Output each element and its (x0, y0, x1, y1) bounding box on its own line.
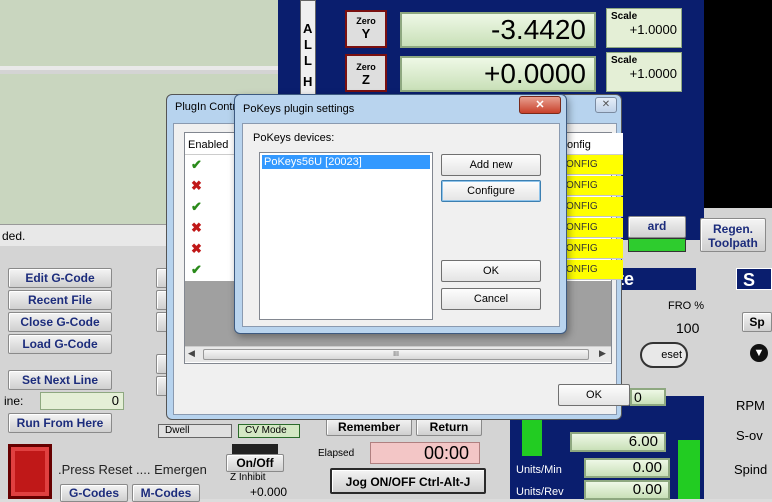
configure-button[interactable]: Configure (441, 180, 541, 202)
pokeys-settings-dialog: PoKeys plugin settings ✕ PoKeys devices:… (234, 94, 567, 334)
onoff-button[interactable]: On/Off (226, 454, 284, 472)
scroll-thumb[interactable]: III (203, 349, 589, 360)
ard-button[interactable]: ard (628, 216, 686, 238)
scale-z: Scale +1.0000 (606, 52, 682, 92)
zero-z-button[interactable]: Zero Z (345, 54, 387, 92)
device-item-0[interactable]: PoKeys56U [20023] (262, 155, 430, 169)
letter-a: A (303, 21, 313, 36)
plugin-control-title: PlugIn Contr (175, 101, 237, 113)
row-2-enabled-icon[interactable]: ✔ (191, 200, 205, 214)
pokeys-ok-button[interactable]: OK (441, 260, 541, 282)
z-inhibit-label: Z Inhibit (230, 472, 266, 483)
row-4-config[interactable]: ONFIG (563, 239, 623, 259)
reset-fro-button[interactable]: eset (640, 342, 688, 368)
units-rev-value: 0.00 (584, 480, 670, 500)
dro-y[interactable]: -3.4420 (400, 12, 596, 48)
pokeys-cancel-button[interactable]: Cancel (441, 288, 541, 310)
row-3-config[interactable]: ONFIG (563, 218, 623, 238)
load-gcode-button[interactable]: Load G-Code (8, 334, 112, 354)
vertical-letter-strip: A L L H (300, 0, 316, 98)
close-icon: ✕ (535, 99, 545, 111)
devices-label: PoKeys devices: (253, 132, 335, 144)
zero-y-button[interactable]: Zero Y (345, 10, 387, 48)
row-0-config[interactable]: ONFIG (563, 155, 623, 175)
reset-button[interactable] (8, 444, 52, 499)
spindle-down-icon[interactable]: ▼ (750, 344, 768, 362)
spind-label: Spind (734, 462, 768, 477)
green-led (628, 238, 686, 252)
pokeys-close-button[interactable]: ✕ (519, 96, 561, 114)
horizontal-scrollbar[interactable]: ◀ III ▶ (185, 346, 611, 362)
row-5-config[interactable]: ONFIG (563, 260, 623, 280)
spindle-bar (678, 440, 700, 499)
scroll-left-icon[interactable]: ◀ (188, 348, 195, 359)
row-3-disabled-icon[interactable]: ✖ (191, 221, 205, 235)
config-column: ONFIG ONFIG ONFIG ONFIG ONFIG ONFIG (563, 155, 623, 281)
recent-file-button[interactable]: Recent File (8, 290, 112, 310)
edit-gcode-button[interactable]: Edit G-Code (8, 268, 112, 288)
elapsed-value: 00:00 (370, 442, 480, 464)
feed-green-bar (522, 414, 542, 456)
col-enabled-header[interactable]: Enabled (185, 133, 239, 155)
cv-mode-indicator: CV Mode (238, 424, 300, 438)
right-dark-area (704, 0, 772, 208)
line-label: ine: (4, 394, 24, 408)
scroll-right-icon[interactable]: ▶ (599, 348, 606, 359)
row-4-disabled-icon[interactable]: ✖ (191, 242, 205, 256)
letter-l1: L (304, 37, 312, 52)
mcodes-button[interactable]: M-Codes (132, 484, 200, 502)
onoff-led (232, 444, 278, 454)
col-config-header[interactable]: onfig (563, 133, 623, 155)
devices-list[interactable]: PoKeys56U [20023] (259, 152, 433, 320)
pokeys-dialog-body: PoKeys devices: PoKeys56U [20023] Add ne… (242, 123, 560, 327)
feed-value: 6.00 (570, 432, 666, 452)
sov-label: S-ov (736, 428, 763, 443)
elapsed-label: Elapsed (318, 448, 355, 459)
dro-z[interactable]: +0.0000 (400, 56, 596, 92)
plugin-control-ok-button[interactable]: OK (558, 384, 630, 406)
units-rev-label: Units/Rev (516, 486, 564, 498)
toolpath-panel (0, 0, 278, 70)
gcodes-button[interactable]: G-Codes (60, 484, 128, 502)
row-5-enabled-icon[interactable]: ✔ (191, 263, 205, 277)
fro-label: FRO % (668, 300, 705, 312)
zero-partial: 0 (630, 388, 666, 406)
set-next-line-button[interactable]: Set Next Line (8, 370, 112, 390)
status-text: ded. (2, 229, 26, 243)
spindle-header: S (736, 268, 772, 290)
add-new-button[interactable]: Add new (441, 154, 541, 176)
return-button[interactable]: Return (416, 418, 482, 436)
regen-toolpath-button[interactable]: Regen. Toolpath (700, 218, 766, 252)
scale-y: Scale +1.0000 (606, 8, 682, 48)
row-2-config[interactable]: ONFIG (563, 197, 623, 217)
jog-button[interactable]: Jog ON/OFF Ctrl-Alt-J (330, 468, 486, 494)
letter-l2: L (304, 53, 312, 68)
units-min-value: 0.00 (584, 458, 670, 478)
sp-button[interactable]: Sp (742, 312, 772, 332)
fro-value: 100 (676, 320, 700, 336)
row-0-enabled-icon[interactable]: ✔ (191, 158, 205, 172)
letter-h: H (303, 74, 313, 89)
units-min-label: Units/Min (516, 464, 562, 476)
te-header: te (612, 268, 696, 290)
z-inhibit-value: +0.000 (250, 485, 288, 499)
run-from-here-button[interactable]: Run From Here (8, 413, 112, 433)
row-1-disabled-icon[interactable]: ✖ (191, 179, 205, 193)
enabled-column: ✔ ✖ ✔ ✖ ✖ ✔ (185, 155, 239, 283)
plugin-control-close-button[interactable]: ✕ (595, 97, 617, 113)
rpm-label: RPM (736, 398, 765, 413)
line-value[interactable]: 0 (40, 392, 124, 410)
close-gcode-button[interactable]: Close G-Code (8, 312, 112, 332)
pokeys-dialog-title: PoKeys plugin settings (243, 103, 355, 115)
row-1-config[interactable]: ONFIG (563, 176, 623, 196)
remember-button[interactable]: Remember (326, 418, 412, 436)
dwell-indicator: Dwell (158, 424, 232, 438)
press-reset-message: .Press Reset .... Emergen (58, 462, 207, 477)
